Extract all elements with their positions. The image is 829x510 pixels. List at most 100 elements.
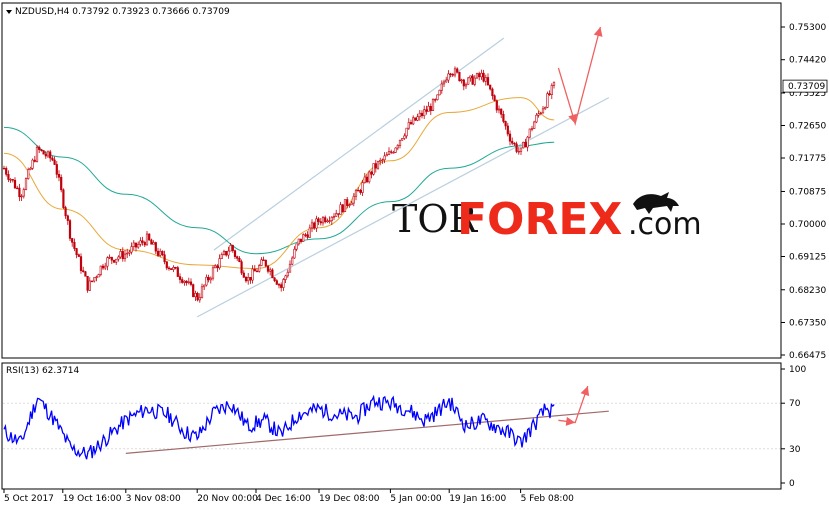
candle-body — [249, 276, 252, 281]
candle-body — [106, 257, 109, 267]
candle-body — [482, 72, 485, 82]
candle-body — [130, 246, 133, 253]
candle-body — [253, 268, 256, 272]
candle-body — [112, 259, 116, 263]
candle-body — [55, 164, 58, 175]
candle-body — [335, 213, 338, 217]
candle-body — [442, 81, 446, 85]
candle-body — [13, 179, 17, 189]
time-tick-label: 5 Feb 08:00 — [521, 494, 575, 504]
candle-body — [42, 150, 45, 155]
candle-body — [132, 242, 135, 247]
candle-body — [519, 147, 523, 152]
candle-body — [141, 240, 144, 243]
candle-body — [244, 277, 248, 282]
candle-body — [491, 88, 494, 97]
candle-body — [51, 157, 54, 161]
candle-body — [27, 169, 30, 179]
candle-body — [280, 284, 283, 288]
candle-body — [500, 108, 503, 115]
candle-body — [427, 105, 430, 112]
candle-body — [297, 238, 300, 245]
time-tick-label: 20 Nov 00:00 — [197, 494, 258, 504]
candle-body — [376, 161, 380, 169]
candle-body — [396, 145, 399, 149]
candle-body — [361, 182, 364, 193]
candle-body — [447, 73, 450, 81]
candle-body — [508, 133, 512, 142]
candle-body — [174, 267, 177, 269]
candle-body — [152, 242, 155, 245]
candle-body — [154, 242, 157, 252]
candle-body — [412, 117, 415, 125]
candle-body — [189, 281, 193, 285]
candle-body — [348, 204, 351, 206]
candle-body — [262, 259, 265, 261]
candle-body — [324, 217, 327, 223]
candle-body — [390, 151, 393, 153]
candle-body — [16, 187, 19, 190]
candle-body — [139, 240, 142, 245]
chart-canvas[interactable]: NZDUSD,H4 0.73792 0.73923 0.73666 0.7370… — [0, 0, 829, 510]
candle-body — [143, 242, 146, 246]
candle-body — [414, 117, 417, 121]
candle-body — [451, 73, 454, 76]
candle-body — [137, 244, 140, 248]
candle-body — [192, 284, 195, 298]
candle-body — [88, 280, 91, 291]
candle-body — [425, 109, 428, 112]
candle-body — [350, 202, 353, 206]
rsi-tick-label: 0 — [789, 479, 795, 489]
candle-body — [97, 274, 100, 278]
candle-body — [134, 242, 138, 248]
candle-body — [282, 279, 285, 288]
candle-body — [405, 127, 408, 137]
candle-body — [170, 268, 173, 270]
candle-body — [517, 150, 520, 153]
candle-body — [394, 147, 397, 153]
candle-body — [368, 171, 371, 183]
candle-body — [95, 276, 98, 279]
candle-body — [392, 152, 395, 154]
price-tick-label: 0.69125 — [789, 253, 826, 263]
candle-body — [363, 176, 366, 183]
rsi-info: RSI(13) 62.3714 — [6, 366, 79, 376]
candle-body — [458, 71, 461, 82]
candle-body — [552, 81, 556, 86]
candle-body — [337, 213, 340, 215]
candle-body — [370, 171, 373, 175]
candle-body — [343, 199, 347, 212]
candle-body — [198, 296, 201, 301]
candle-body — [299, 238, 303, 242]
candle-body — [260, 259, 263, 266]
candle-body — [407, 122, 410, 129]
candle-body — [284, 275, 287, 280]
candle-body — [423, 109, 426, 117]
candle-body — [524, 141, 527, 148]
candle-body — [178, 276, 182, 280]
candle-body — [53, 159, 56, 165]
candle-body — [271, 269, 274, 279]
candle-body — [346, 199, 349, 206]
candle-body — [176, 267, 179, 277]
candle-body — [207, 276, 210, 281]
candle-body — [420, 112, 424, 117]
candle-body — [304, 234, 307, 236]
candle-body — [486, 77, 490, 86]
candle-body — [211, 267, 215, 279]
candle-body — [497, 108, 501, 111]
candle-body — [266, 265, 270, 272]
candle-body — [315, 218, 318, 229]
candle-body — [308, 227, 311, 238]
candle-body — [460, 79, 463, 82]
candle-body — [469, 75, 472, 79]
candle-body — [286, 271, 289, 277]
candle-body — [64, 207, 67, 217]
candle-body — [247, 276, 250, 282]
candle-body — [117, 256, 120, 260]
candle-body — [535, 114, 538, 123]
price-tick-label: 0.67350 — [789, 318, 826, 328]
candle-body — [128, 251, 131, 254]
candle-body — [108, 256, 111, 259]
candle-body — [203, 284, 206, 288]
